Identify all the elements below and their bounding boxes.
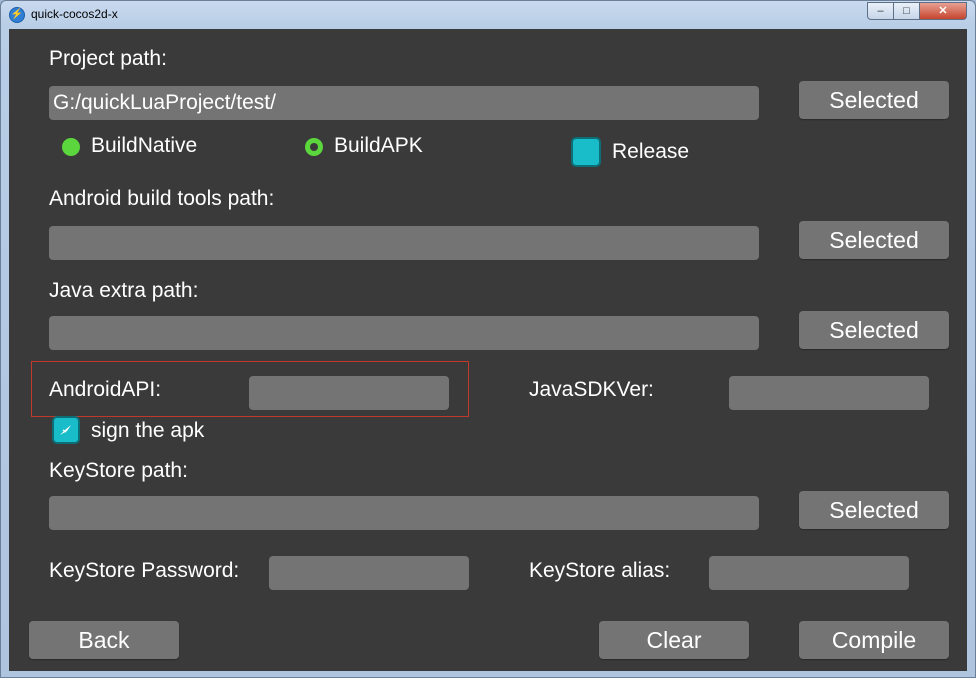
sign-apk-label: sign the apk [91, 419, 205, 442]
close-button[interactable]: ✕ [919, 2, 967, 20]
release-checkbox[interactable] [571, 137, 601, 167]
build-apk-label: BuildAPK [334, 134, 423, 157]
maximize-button[interactable]: □ [893, 2, 920, 20]
checkmark-icon [60, 425, 71, 435]
keystore-alias-label: KeyStore alias: [529, 559, 671, 582]
build-native-label: BuildNative [91, 134, 198, 157]
app-icon: ⚡ [9, 7, 25, 23]
compile-button[interactable]: Compile [799, 621, 949, 659]
client-area: Project path: G:/quickLuaProject/test/ S… [9, 29, 967, 671]
keystore-alias-input[interactable] [709, 556, 909, 590]
keystore-password-input[interactable] [269, 556, 469, 590]
java-extra-select-button[interactable]: Selected [799, 311, 949, 349]
window-title: quick-cocos2d-x [31, 7, 118, 21]
android-tools-input[interactable] [49, 226, 759, 260]
android-tools-select-button[interactable]: Selected [799, 221, 949, 259]
project-path-select-button[interactable]: Selected [799, 81, 949, 119]
app-window: ⚡ quick-cocos2d-x – □ ✕ Project path: G:… [0, 0, 976, 678]
android-api-label: AndroidAPI: [49, 378, 162, 401]
release-label: Release [612, 140, 690, 163]
minimize-button[interactable]: – [867, 2, 894, 20]
sign-apk-checkbox[interactable] [52, 416, 80, 444]
keystore-path-input[interactable] [49, 496, 759, 530]
android-tools-label: Android build tools path: [49, 187, 275, 210]
java-sdk-input[interactable] [729, 376, 929, 410]
java-sdk-label: JavaSDKVer: [529, 378, 654, 401]
build-native-radio[interactable] [62, 138, 80, 156]
build-apk-radio[interactable] [305, 138, 323, 156]
project-path-input[interactable]: G:/quickLuaProject/test/ [49, 86, 759, 120]
title-bar[interactable]: ⚡ quick-cocos2d-x – □ ✕ [1, 1, 975, 29]
keystore-path-select-button[interactable]: Selected [799, 491, 949, 529]
android-api-input[interactable] [249, 376, 449, 410]
back-button[interactable]: Back [29, 621, 179, 659]
keystore-password-label: KeyStore Password: [49, 559, 240, 582]
java-extra-input[interactable] [49, 316, 759, 350]
clear-button[interactable]: Clear [599, 621, 749, 659]
java-extra-label: Java extra path: [49, 279, 199, 302]
project-path-label: Project path: [49, 47, 167, 70]
keystore-path-label: KeyStore path: [49, 459, 188, 482]
